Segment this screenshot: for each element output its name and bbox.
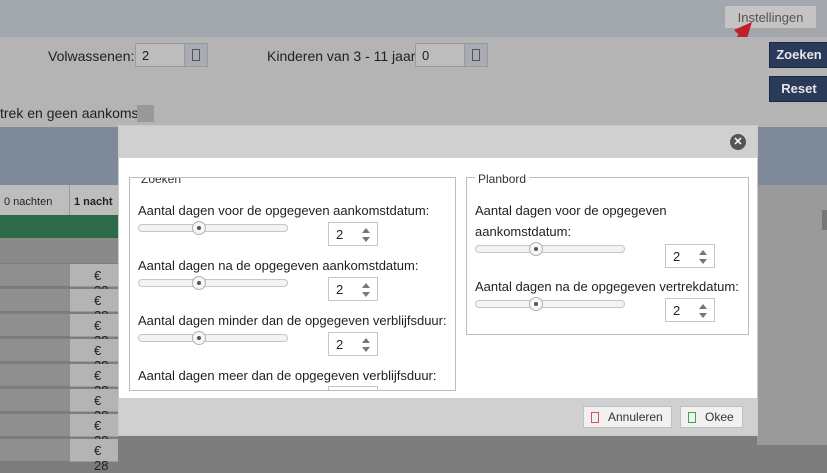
children-select[interactable]: 0 <box>415 43 488 67</box>
days-before-arrival-value: 2 <box>336 227 344 242</box>
planboard-days-before-arrival-slider[interactable] <box>475 245 625 253</box>
days-less-stay-slider-handle[interactable] <box>192 331 206 345</box>
ok-button-label: Okee <box>705 410 734 424</box>
column-header-0-nights: 0 nachten <box>0 185 70 215</box>
days-after-arrival-slider[interactable] <box>138 279 288 287</box>
adults-select[interactable]: 2 <box>135 43 208 67</box>
children-label: Kinderen van 3 - 11 jaar: <box>267 48 420 64</box>
cancel-icon <box>591 412 599 423</box>
days-before-arrival-slider-handle[interactable] <box>192 221 206 235</box>
grid-right-area <box>757 185 827 445</box>
grid-cell <box>0 439 70 462</box>
close-icon[interactable]: ✕ <box>730 134 746 150</box>
grid-green-row <box>0 215 130 238</box>
days-before-arrival-stepper[interactable]: 2 <box>328 222 378 246</box>
checkbox-label: trek en geen aankomst <box>0 105 143 121</box>
ok-button[interactable]: Okee <box>680 406 743 428</box>
days-before-arrival-label: Aantal dagen voor de opgegeven aankomstd… <box>138 203 430 218</box>
children-dropdown-icon <box>464 44 487 66</box>
price-cell[interactable]: € 28 <box>70 314 118 348</box>
price-cell[interactable]: € 28 <box>70 439 118 473</box>
increment-icon[interactable] <box>362 338 370 343</box>
price-cell[interactable]: € 28 <box>70 389 118 423</box>
planboard-days-after-departure-value: 2 <box>673 303 681 318</box>
increment-icon[interactable] <box>362 283 370 288</box>
dialog-header <box>119 126 757 158</box>
planboard-group-legend: Planbord <box>475 172 530 186</box>
price-cell[interactable]: € 28 <box>70 289 118 323</box>
planboard-days-after-departure-label: Aantal dagen na de opgegeven vertrekdatu… <box>475 279 739 294</box>
planboard-days-before-arrival-slider-handle[interactable] <box>529 242 543 256</box>
planboard-days-after-departure-slider[interactable] <box>475 300 625 308</box>
cancel-button-label: Annuleren <box>608 410 663 424</box>
decrement-icon[interactable] <box>362 347 370 352</box>
planboard-days-before-arrival-label-line1: Aantal dagen voor de opgegeven <box>475 203 667 218</box>
no-arrival-checkbox[interactable] <box>137 105 154 122</box>
grid-cell <box>0 389 70 412</box>
increment-icon[interactable] <box>362 228 370 233</box>
grid-cell <box>0 289 70 312</box>
grid-cell <box>0 314 70 337</box>
days-less-stay-slider[interactable] <box>138 334 288 342</box>
increment-icon[interactable] <box>699 250 707 255</box>
days-after-arrival-label: Aantal dagen na de opgegeven aankomstdat… <box>138 258 419 273</box>
price-cell[interactable]: € 28 <box>70 339 118 373</box>
price-cell[interactable]: € 28 <box>70 264 118 298</box>
days-less-stay-stepper[interactable]: 2 <box>328 332 378 356</box>
adults-value: 2 <box>142 48 150 63</box>
grid-cell <box>0 339 70 362</box>
days-more-stay-stepper[interactable]: 2 <box>328 386 378 390</box>
search-group-legend: Zoeken <box>138 178 185 186</box>
grid-cell <box>0 264 70 287</box>
decrement-icon[interactable] <box>362 237 370 242</box>
days-after-arrival-value: 2 <box>336 282 344 297</box>
increment-icon[interactable] <box>699 304 707 309</box>
price-cell[interactable]: € 28 <box>70 364 118 398</box>
decrement-icon[interactable] <box>699 313 707 318</box>
planboard-settings-group: Planbord Aantal dagen voor de opgegeven … <box>466 172 749 335</box>
days-less-stay-label: Aantal dagen minder dan de opgegeven ver… <box>138 313 447 328</box>
days-after-arrival-stepper[interactable]: 2 <box>328 277 378 301</box>
settings-dialog: ✕ Zoeken Aantal dagen voor de opgegeven … <box>118 125 758 436</box>
grid-scrollbar[interactable] <box>822 210 827 230</box>
days-more-stay-label: Aantal dagen meer dan de opgegeven verbl… <box>138 368 437 383</box>
decrement-icon[interactable] <box>699 259 707 264</box>
decrement-icon[interactable] <box>362 292 370 297</box>
search-button[interactable]: Zoeken <box>769 42 827 68</box>
grid-cell <box>0 364 70 387</box>
reset-button[interactable]: Reset <box>769 76 827 102</box>
planboard-days-after-departure-slider-handle[interactable] <box>529 297 543 311</box>
grid-cell <box>0 414 70 437</box>
planboard-days-after-departure-stepper[interactable]: 2 <box>665 298 715 322</box>
adults-label: Volwassenen: <box>48 48 135 64</box>
search-settings-group: Zoeken Aantal dagen voor de opgegeven aa… <box>129 177 456 391</box>
children-value: 0 <box>422 48 430 63</box>
adults-dropdown-icon <box>184 44 207 66</box>
cancel-button[interactable]: Annuleren <box>583 406 672 428</box>
days-before-arrival-slider[interactable] <box>138 224 288 232</box>
planboard-days-before-arrival-value: 2 <box>673 249 681 264</box>
planboard-days-before-arrival-label-line2: aankomstdatum: <box>475 224 572 239</box>
days-after-arrival-slider-handle[interactable] <box>192 276 206 290</box>
price-cell[interactable]: € 28 <box>70 414 118 448</box>
planboard-days-before-arrival-stepper[interactable]: 2 <box>665 244 715 268</box>
grid-grey-row <box>0 238 130 263</box>
ok-icon <box>688 412 696 423</box>
days-less-stay-value: 2 <box>336 337 344 352</box>
